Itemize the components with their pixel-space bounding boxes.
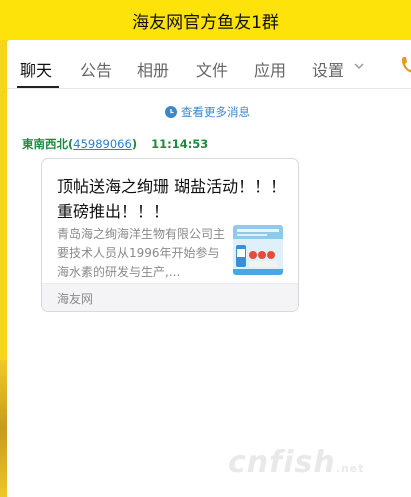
phone-icon[interactable] (399, 56, 411, 76)
tab-album[interactable]: 相册 (137, 57, 169, 81)
tab-apps[interactable]: 应用 (254, 57, 286, 81)
clock-arrow-icon (165, 106, 177, 118)
card-description: 青岛海之绚海洋生物有限公司主要技术人员从1996年开始参与海水素的研发与生产,.… (57, 227, 226, 279)
window-title: 海友网官方鱼友1群 (0, 0, 411, 40)
card-title: 顶帖送海之绚珊 瑚盐活动！！！ 重磅推出！！！ (57, 177, 287, 221)
tab-settings[interactable]: 设置 (312, 57, 344, 81)
tab-chat[interactable]: 聊天 (20, 57, 52, 81)
watermark-suffix: .net (335, 462, 365, 475)
watermark: cnfish.net (228, 445, 364, 480)
card-footer: 海友网 (42, 283, 298, 311)
watermark-text: cnfish (228, 445, 336, 480)
message-header: 東南西北(45989066) 11:14:53 (22, 136, 208, 152)
message-time: 11:14:53 (151, 137, 209, 151)
tab-announcement[interactable]: 公告 (80, 57, 112, 81)
background-decoration (0, 360, 7, 497)
sender-name: 東南西北 (22, 137, 68, 151)
tab-files[interactable]: 文件 (196, 57, 228, 81)
active-tab-indicator (17, 86, 59, 88)
shared-link-card[interactable]: 顶帖送海之绚珊 瑚盐活动！！！ 重磅推出！！！ 青岛海之绚海洋生物有限公司主要技… (41, 158, 299, 312)
group-chat-panel: 聊天 公告 相册 文件 应用 设置 查看更多消息 東南西北(45989066) … (7, 40, 411, 497)
view-more-messages-link[interactable]: 查看更多消息 (165, 104, 250, 120)
sender-close-paren: ) (131, 137, 138, 151)
card-thumbnail (233, 225, 283, 275)
view-more-label: 查看更多消息 (181, 105, 250, 119)
card-source: 海友网 (57, 292, 94, 306)
tab-bar: 聊天 公告 相册 文件 应用 设置 (7, 40, 411, 89)
chevron-down-icon[interactable] (352, 59, 366, 73)
sender-qq-number[interactable]: 45989066 (73, 137, 132, 151)
